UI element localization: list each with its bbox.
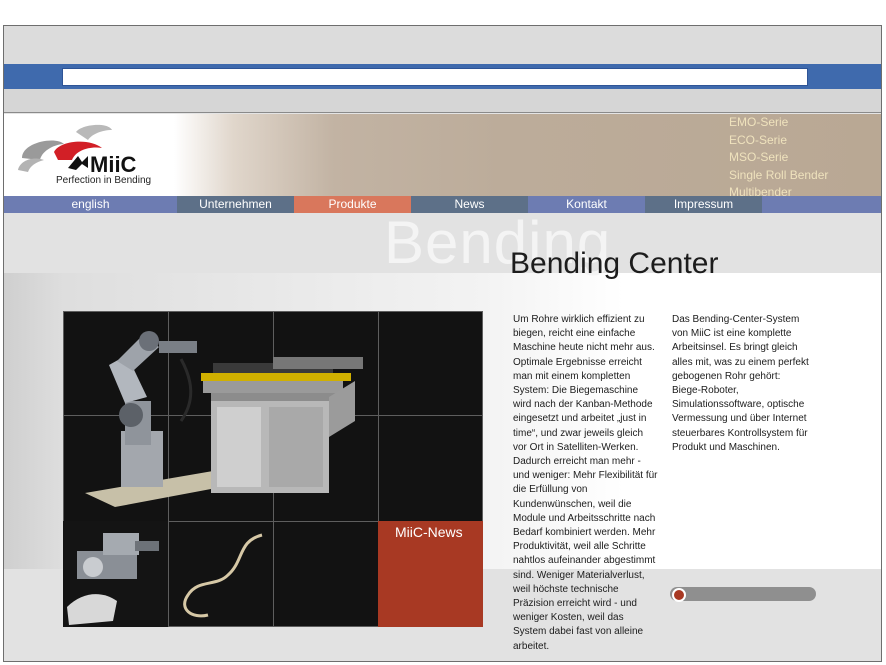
main-content: Bending Bending Center MiiC-News Um Rohr… [4, 213, 881, 661]
news-label[interactable]: MiiC-News [395, 524, 463, 540]
scroll-slider[interactable] [670, 587, 816, 601]
submenu-item-single-roll[interactable]: Single Roll Bender [729, 167, 879, 185]
nav-item-impressum[interactable]: Impressum [645, 196, 762, 213]
brand-text: MiiC [90, 152, 137, 177]
slider-knob[interactable] [672, 588, 686, 602]
grid-cell [378, 415, 483, 522]
submenu-item-eco[interactable]: ECO-Serie [729, 132, 879, 150]
address-bar[interactable] [62, 68, 808, 86]
bending-center-photo [85, 331, 363, 507]
grid-cell [273, 521, 379, 627]
bent-tube-photo [183, 533, 263, 618]
image-grid [63, 311, 483, 627]
page-title: Bending Center [510, 247, 719, 280]
site-header: MiiC Perfection in Bending EMO-Serie ECO… [4, 114, 881, 196]
submenu-item-mso[interactable]: MSO-Serie [729, 149, 879, 167]
top-panel [4, 26, 881, 66]
nav-item-news[interactable]: News [411, 196, 528, 213]
toolbar-strip [4, 89, 881, 113]
main-nav: english Unternehmen Produkte News Kontak… [4, 196, 881, 213]
body-text-left: Um Rohre wirklich effizient zu biegen, r… [513, 314, 658, 652]
nav-item-kontakt[interactable]: Kontakt [528, 196, 645, 213]
submenu-item-emo[interactable]: EMO-Serie [729, 114, 879, 132]
product-submenu: EMO-Serie ECO-Serie MSO-Serie Single Rol… [729, 114, 879, 196]
nav-item-english[interactable]: english [4, 196, 177, 213]
grid-cell [378, 311, 483, 416]
nav-item-unternehmen[interactable]: Unternehmen [177, 196, 294, 213]
robot-head-photo [63, 521, 168, 627]
submenu-item-multibender[interactable]: Multibender [729, 184, 879, 196]
nav-item-produkte[interactable]: Produkte [294, 196, 411, 213]
page-frame: MiiC Perfection in Bending EMO-Serie ECO… [3, 25, 882, 662]
body-text-right: Das Bending-Center-System von MiiC ist e… [672, 314, 809, 453]
tagline: Perfection in Bending [56, 175, 152, 186]
